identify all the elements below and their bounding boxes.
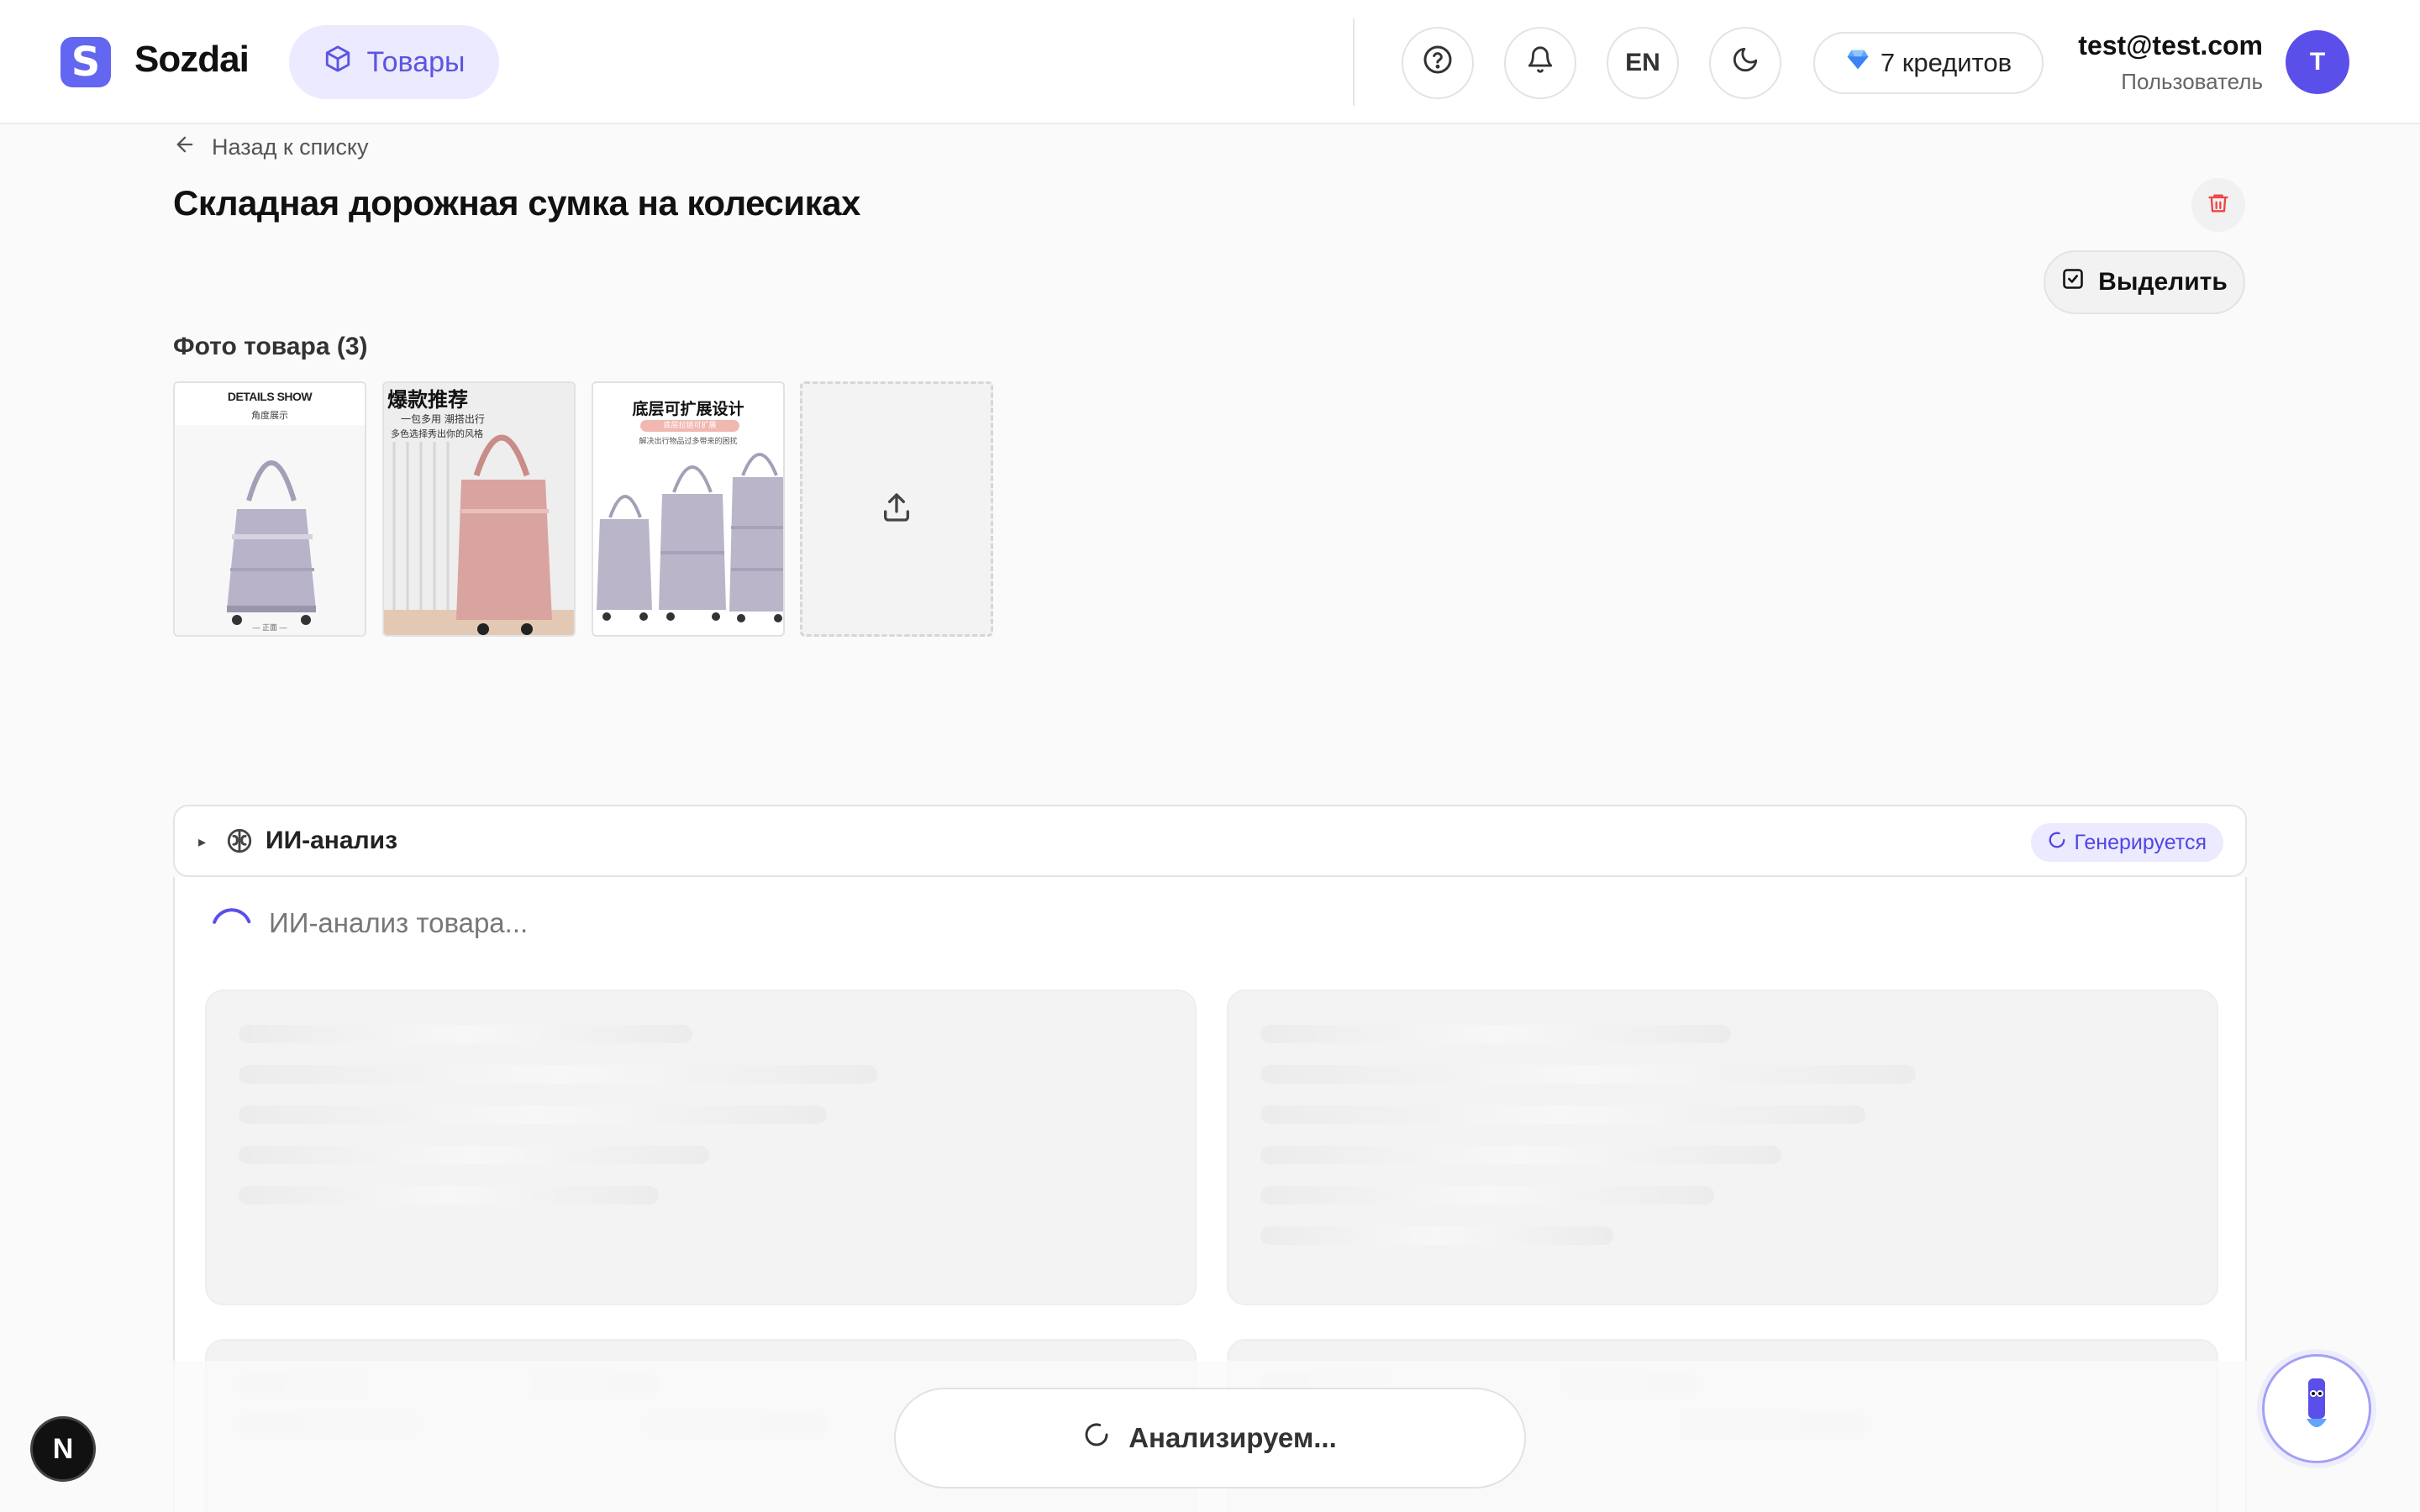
notifications-button[interactable] [1504,27,1576,99]
sozdai-logo[interactable]: S [60,37,111,87]
box-icon [324,45,352,81]
bell-icon [1526,45,1555,81]
photo-2-caption: 爆款推荐 [387,388,468,412]
credits-badge[interactable]: 7 кредитов [1813,32,2044,94]
upload-icon [880,491,913,528]
back-label: Назад к списку [212,134,369,160]
bag-image-1 [175,425,365,635]
brain-icon [225,827,254,859]
skeleton-line [239,1025,692,1043]
assistant-mascot-button[interactable] [2262,1354,2371,1463]
nav-products-label: Товары [366,45,466,78]
skeleton-line [239,1065,877,1084]
language-button[interactable]: EN [1607,27,1679,99]
skeleton-card [1227,990,2218,1305]
photo-2-subcaption-2: 多色选择秀出你的风格 [391,428,483,439]
skeleton-line [239,1146,709,1164]
app-header: S Sozdai Товары EN 7 кредитов test@test.… [0,0,2420,124]
avatar-initial: T [2309,48,2326,76]
spinner-icon [212,906,252,950]
skeleton-line [1260,1186,1714,1205]
product-photo-2[interactable]: 爆款推荐 一包多用 潮搭出行 多色选择秀出你的风格 [382,381,576,637]
user-role: Пользователь [2121,69,2263,94]
analyze-label: Анализируем... [1128,1422,1337,1453]
caret-right-icon[interactable]: ▸ [198,833,206,851]
skeleton-line [1260,1105,1865,1124]
next-badge-letter: N [52,1432,74,1465]
help-button[interactable] [1402,27,1474,99]
nav-products[interactable]: Товары [289,25,499,99]
analyze-button[interactable]: Анализируем... [894,1388,1526,1488]
photos-label: Фото товара (3) [173,333,368,360]
theme-toggle-button[interactable] [1709,27,1781,99]
loader-icon [2048,831,2066,855]
question-icon [1423,45,1453,81]
trash-icon [2207,192,2230,219]
user-email: test@test.com [2078,30,2263,60]
photo-1-bottom-caption: — 正面 — [252,623,287,632]
avatar[interactable]: T [2286,30,2349,94]
upload-photo-tile[interactable] [800,381,993,637]
nextjs-dev-badge[interactable]: N [30,1416,96,1482]
select-button[interactable]: Выделить [2044,250,2245,314]
skeleton-line [239,1186,659,1205]
loader-icon [1083,1421,1110,1455]
skeleton-line [1260,1146,1781,1164]
back-to-list-link[interactable]: Назад к списку [173,133,369,162]
mascot-icon [2296,1373,2337,1445]
diamond-icon [1845,47,1870,79]
skeleton-line [1260,1226,1613,1245]
ai-loading-text: ИИ-анализ товара... [269,907,529,938]
skeleton-line [1260,1025,1731,1043]
product-photo-3[interactable]: 底层可扩展设计 底层拉链可扩展 解决出行物品过多带来的困扰 [592,381,785,637]
skeleton-card [205,990,1197,1305]
page-title: Складная дорожная сумка на колесиках [173,183,860,223]
bag-image-3 [597,453,783,622]
language-label: EN [1625,49,1660,76]
status-badge: Генерируется [2030,823,2223,862]
ai-analysis-title: ИИ-анализ [266,827,398,854]
logo-letter: S [71,39,101,86]
header-divider [1353,18,1355,106]
brand-name: Sozdai [134,39,250,80]
ai-analysis-header[interactable]: ▸ ИИ-анализ Генерируется [173,805,2247,877]
status-badge-label: Генерируется [2074,830,2207,854]
checkbox-icon [2061,267,2085,297]
select-label: Выделить [2098,268,2228,296]
product-photo-1[interactable]: DETAILS SHOW 角度展示 — 正面 — [173,381,366,637]
moon-icon [1731,45,1760,81]
photo-2-subcaption: 一包多用 潮搭出行 [401,413,485,425]
delete-button[interactable] [2191,178,2245,232]
arrow-left-icon [173,133,197,162]
skeleton-line [1260,1065,1916,1084]
credits-label: 7 кредитов [1880,48,2012,77]
skeleton-line [239,1105,827,1124]
